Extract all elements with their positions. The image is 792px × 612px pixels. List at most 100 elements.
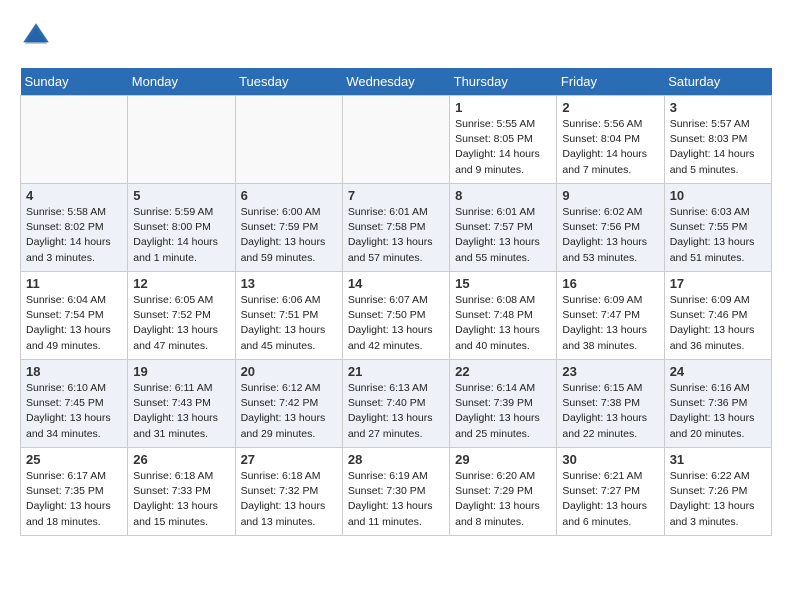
day-info: Sunrise: 6:09 AM Sunset: 7:47 PM Dayligh… [562, 293, 658, 354]
day-info: Sunrise: 5:58 AM Sunset: 8:02 PM Dayligh… [26, 205, 122, 266]
day-info: Sunrise: 5:56 AM Sunset: 8:04 PM Dayligh… [562, 117, 658, 178]
calendar-week-row: 11 Sunrise: 6:04 AM Sunset: 7:54 PM Dayli… [21, 272, 772, 360]
calendar-cell: 1 Sunrise: 5:55 AM Sunset: 8:05 PM Daylig… [450, 96, 557, 184]
day-info: Sunrise: 6:07 AM Sunset: 7:50 PM Dayligh… [348, 293, 444, 354]
day-number: 15 [455, 276, 551, 291]
day-number: 9 [562, 188, 658, 203]
day-info: Sunrise: 6:05 AM Sunset: 7:52 PM Dayligh… [133, 293, 229, 354]
day-info: Sunrise: 6:01 AM Sunset: 7:57 PM Dayligh… [455, 205, 551, 266]
day-number: 31 [670, 452, 766, 467]
day-number: 30 [562, 452, 658, 467]
calendar-cell: 22Sunrise: 6:14 AM Sunset: 7:39 PM Dayli… [450, 360, 557, 448]
day-info: Sunrise: 6:18 AM Sunset: 7:32 PM Dayligh… [241, 469, 337, 530]
day-info: Sunrise: 6:17 AM Sunset: 7:35 PM Dayligh… [26, 469, 122, 530]
day-info: Sunrise: 6:11 AM Sunset: 7:43 PM Dayligh… [133, 381, 229, 442]
day-info: Sunrise: 5:59 AM Sunset: 8:00 PM Dayligh… [133, 205, 229, 266]
day-number: 2 [562, 100, 658, 115]
day-number: 20 [241, 364, 337, 379]
day-info: Sunrise: 6:08 AM Sunset: 7:48 PM Dayligh… [455, 293, 551, 354]
day-info: Sunrise: 6:09 AM Sunset: 7:46 PM Dayligh… [670, 293, 766, 354]
weekday-header-wednesday: Wednesday [342, 68, 449, 96]
calendar-cell: 8 Sunrise: 6:01 AM Sunset: 7:57 PM Daylig… [450, 184, 557, 272]
day-info: Sunrise: 5:57 AM Sunset: 8:03 PM Dayligh… [670, 117, 766, 178]
day-number: 1 [455, 100, 551, 115]
weekday-header-sunday: Sunday [21, 68, 128, 96]
day-number: 4 [26, 188, 122, 203]
calendar-cell: 16 Sunrise: 6:09 AM Sunset: 7:47 PM Dayli… [557, 272, 664, 360]
day-number: 6 [241, 188, 337, 203]
calendar-cell: 20 Sunrise: 6:12 AM Sunset: 7:42 PM Dayli… [235, 360, 342, 448]
calendar-cell [235, 96, 342, 184]
calendar-cell: 26 Sunrise: 6:18 AM Sunset: 7:33 PM Dayli… [128, 448, 235, 536]
day-info: Sunrise: 6:18 AM Sunset: 7:33 PM Dayligh… [133, 469, 229, 530]
weekday-header-saturday: Saturday [664, 68, 771, 96]
calendar-cell: 5 Sunrise: 5:59 AM Sunset: 8:00 PM Daylig… [128, 184, 235, 272]
calendar-cell: 17 Sunrise: 6:09 AM Sunset: 7:46 PM Dayli… [664, 272, 771, 360]
calendar-cell: 3 Sunrise: 5:57 AM Sunset: 8:03 PM Daylig… [664, 96, 771, 184]
day-number: 5 [133, 188, 229, 203]
day-info: Sunrise: 6:12 AM Sunset: 7:42 PM Dayligh… [241, 381, 337, 442]
calendar-cell [342, 96, 449, 184]
calendar-cell: 11 Sunrise: 6:04 AM Sunset: 7:54 PM Dayli… [21, 272, 128, 360]
day-info: Sunrise: 6:16 AM Sunset: 7:36 PM Dayligh… [670, 381, 766, 442]
calendar-week-row: 4 Sunrise: 5:58 AM Sunset: 8:02 PM Daylig… [21, 184, 772, 272]
calendar-cell: 4 Sunrise: 5:58 AM Sunset: 8:02 PM Daylig… [21, 184, 128, 272]
weekday-header-thursday: Thursday [450, 68, 557, 96]
day-number: 26 [133, 452, 229, 467]
calendar-cell: 25 Sunrise: 6:17 AM Sunset: 7:35 PM Dayli… [21, 448, 128, 536]
day-info: Sunrise: 6:01 AM Sunset: 7:58 PM Dayligh… [348, 205, 444, 266]
day-number: 7 [348, 188, 444, 203]
calendar-week-row: 1 Sunrise: 5:55 AM Sunset: 8:05 PM Daylig… [21, 96, 772, 184]
day-number: 22 [455, 364, 551, 379]
weekday-header-friday: Friday [557, 68, 664, 96]
calendar-cell: 24 Sunrise: 6:16 AM Sunset: 7:36 PM Dayli… [664, 360, 771, 448]
calendar-cell: 10 Sunrise: 6:03 AM Sunset: 7:55 PM Dayli… [664, 184, 771, 272]
calendar-cell: 29Sunrise: 6:20 AM Sunset: 7:29 PM Dayli… [450, 448, 557, 536]
calendar-cell: 13Sunrise: 6:06 AM Sunset: 7:51 PM Dayli… [235, 272, 342, 360]
calendar-cell [128, 96, 235, 184]
day-number: 10 [670, 188, 766, 203]
day-number: 23 [562, 364, 658, 379]
calendar-body: 1 Sunrise: 5:55 AM Sunset: 8:05 PM Daylig… [21, 96, 772, 536]
calendar-cell: 18Sunrise: 6:10 AM Sunset: 7:45 PM Dayli… [21, 360, 128, 448]
logo [20, 20, 56, 52]
day-info: Sunrise: 6:20 AM Sunset: 7:29 PM Dayligh… [455, 469, 551, 530]
page-header [20, 20, 772, 52]
day-info: Sunrise: 6:00 AM Sunset: 7:59 PM Dayligh… [241, 205, 337, 266]
calendar-table: SundayMondayTuesdayWednesdayThursdayFrid… [20, 68, 772, 536]
day-number: 3 [670, 100, 766, 115]
calendar-cell: 12 Sunrise: 6:05 AM Sunset: 7:52 PM Dayli… [128, 272, 235, 360]
day-info: Sunrise: 6:02 AM Sunset: 7:56 PM Dayligh… [562, 205, 658, 266]
day-number: 28 [348, 452, 444, 467]
calendar-cell: 28 Sunrise: 6:19 AM Sunset: 7:30 PM Dayli… [342, 448, 449, 536]
day-number: 13 [241, 276, 337, 291]
calendar-cell: 7 Sunrise: 6:01 AM Sunset: 7:58 PM Daylig… [342, 184, 449, 272]
day-number: 21 [348, 364, 444, 379]
calendar-cell: 27Sunrise: 6:18 AM Sunset: 7:32 PM Dayli… [235, 448, 342, 536]
weekday-header-row: SundayMondayTuesdayWednesdayThursdayFrid… [21, 68, 772, 96]
day-info: Sunrise: 6:03 AM Sunset: 7:55 PM Dayligh… [670, 205, 766, 266]
day-info: Sunrise: 5:55 AM Sunset: 8:05 PM Dayligh… [455, 117, 551, 178]
day-number: 17 [670, 276, 766, 291]
day-number: 16 [562, 276, 658, 291]
day-info: Sunrise: 6:22 AM Sunset: 7:26 PM Dayligh… [670, 469, 766, 530]
calendar-cell: 21Sunrise: 6:13 AM Sunset: 7:40 PM Dayli… [342, 360, 449, 448]
day-info: Sunrise: 6:04 AM Sunset: 7:54 PM Dayligh… [26, 293, 122, 354]
day-info: Sunrise: 6:10 AM Sunset: 7:45 PM Dayligh… [26, 381, 122, 442]
logo-icon [20, 20, 52, 52]
weekday-header-tuesday: Tuesday [235, 68, 342, 96]
calendar-cell: 9 Sunrise: 6:02 AM Sunset: 7:56 PM Daylig… [557, 184, 664, 272]
calendar-cell [21, 96, 128, 184]
calendar-cell: 30 Sunrise: 6:21 AM Sunset: 7:27 PM Dayli… [557, 448, 664, 536]
day-info: Sunrise: 6:15 AM Sunset: 7:38 PM Dayligh… [562, 381, 658, 442]
day-number: 24 [670, 364, 766, 379]
day-info: Sunrise: 6:19 AM Sunset: 7:30 PM Dayligh… [348, 469, 444, 530]
day-number: 12 [133, 276, 229, 291]
day-info: Sunrise: 6:21 AM Sunset: 7:27 PM Dayligh… [562, 469, 658, 530]
day-number: 8 [455, 188, 551, 203]
calendar-cell: 31 Sunrise: 6:22 AM Sunset: 7:26 PM Dayli… [664, 448, 771, 536]
day-number: 11 [26, 276, 122, 291]
calendar-cell: 23 Sunrise: 6:15 AM Sunset: 7:38 PM Dayli… [557, 360, 664, 448]
calendar-cell: 6 Sunrise: 6:00 AM Sunset: 7:59 PM Daylig… [235, 184, 342, 272]
day-number: 25 [26, 452, 122, 467]
